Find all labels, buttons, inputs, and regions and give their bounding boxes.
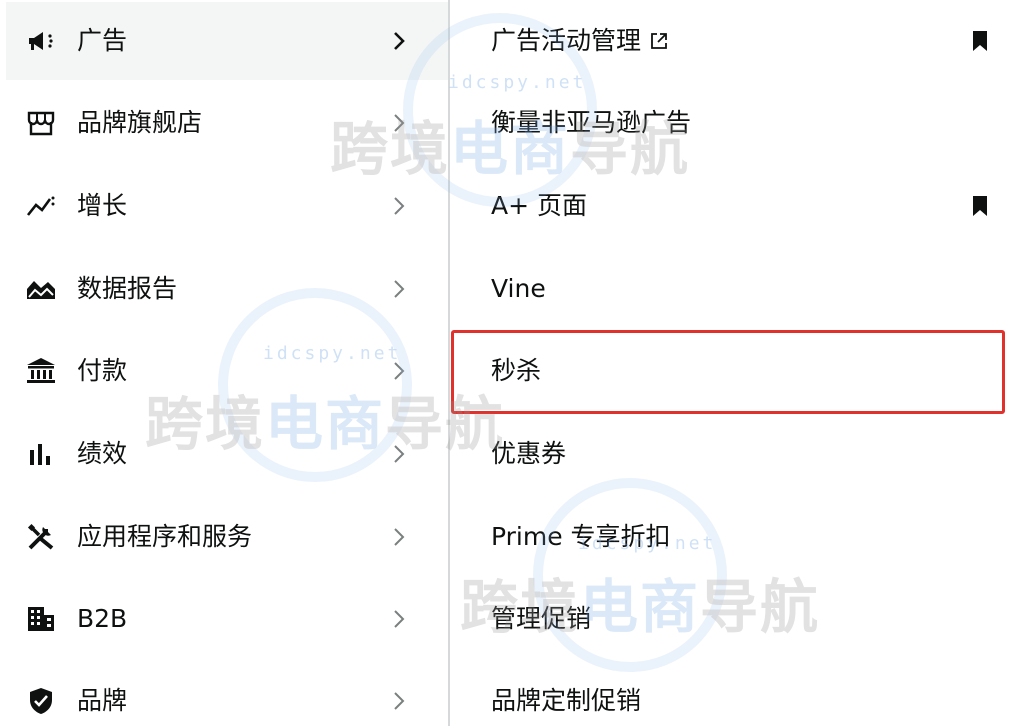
submenu-label: 衡量非亚马逊广告 xyxy=(491,108,692,137)
navigation-menu: 广告 品牌旗舰店 增长 数据报告 付款 绩效 应用程序和服务 B2B 品牌 广告… xyxy=(0,0,1020,726)
chevron-right-icon xyxy=(390,356,408,386)
storefront-icon xyxy=(26,108,56,138)
bar-chart-icon xyxy=(26,439,56,469)
submenu-label: 优惠券 xyxy=(491,439,567,468)
submenu-label: 品牌定制促销 xyxy=(491,686,642,715)
nav-item-payments[interactable]: 付款 xyxy=(6,332,448,410)
submenu-item-campaign-manager[interactable]: 广告活动管理 xyxy=(450,2,1020,80)
nav-item-brand[interactable]: 品牌 xyxy=(6,662,448,726)
chevron-right-icon xyxy=(390,686,408,716)
bank-icon xyxy=(26,356,56,386)
submenu-label-wrap: 广告活动管理 xyxy=(491,26,669,56)
nav-label: B2B xyxy=(77,604,128,633)
bookmark-icon[interactable] xyxy=(968,26,992,56)
chevron-right-icon xyxy=(390,108,408,138)
nav-label: 应用程序和服务 xyxy=(77,522,253,551)
submenu-pane: 广告活动管理 衡量非亚马逊广告 A+ 页面 Vine 秒杀 优惠券 Prime … xyxy=(450,0,1020,726)
chevron-right-icon xyxy=(390,191,408,221)
nav-label: 绩效 xyxy=(77,439,128,468)
chevron-right-icon xyxy=(390,522,408,552)
submenu-item-vine[interactable]: Vine xyxy=(450,250,1020,328)
submenu-item-a-plus-content[interactable]: A+ 页面 xyxy=(450,167,1020,245)
nav-item-brand-store[interactable]: 品牌旗舰店 xyxy=(6,84,448,162)
nav-label: 品牌 xyxy=(77,686,128,715)
submenu-item-coupons[interactable]: 优惠券 xyxy=(450,415,1020,493)
external-link-icon xyxy=(649,31,669,51)
submenu-item-measure-non-amazon-ads[interactable]: 衡量非亚马逊广告 xyxy=(450,84,1020,162)
nav-label: 数据报告 xyxy=(77,274,178,303)
submenu-label: 广告活动管理 xyxy=(491,26,642,55)
left-menu-pane: 广告 品牌旗舰店 增长 数据报告 付款 绩效 应用程序和服务 B2B 品牌 xyxy=(0,0,448,726)
nav-item-b2b[interactable]: B2B xyxy=(6,580,448,658)
nav-item-growth[interactable]: 增长 xyxy=(6,167,448,245)
chevron-right-icon xyxy=(390,604,408,634)
building-icon xyxy=(26,604,56,634)
tools-icon xyxy=(26,522,56,552)
submenu-item-brand-tailored-promotions[interactable]: 品牌定制促销 xyxy=(450,662,1020,726)
growth-chart-icon xyxy=(26,191,56,221)
submenu-label: Vine xyxy=(491,274,546,303)
nav-label: 增长 xyxy=(77,191,128,220)
nav-label: 广告 xyxy=(77,26,128,55)
report-mountain-icon xyxy=(26,274,56,304)
submenu-label: 管理促销 xyxy=(491,604,592,633)
bookmark-icon[interactable] xyxy=(968,191,992,221)
chevron-right-icon xyxy=(390,439,408,469)
submenu-label: A+ 页面 xyxy=(491,191,587,220)
nav-item-apps-services[interactable]: 应用程序和服务 xyxy=(6,498,448,576)
submenu-label: 秒杀 xyxy=(491,356,542,385)
nav-item-performance[interactable]: 绩效 xyxy=(6,415,448,493)
submenu-label: Prime 专享折扣 xyxy=(491,522,671,551)
nav-item-advertising[interactable]: 广告 xyxy=(6,2,448,80)
megaphone-icon xyxy=(26,26,56,56)
nav-label: 品牌旗舰店 xyxy=(77,108,203,137)
shield-icon xyxy=(26,686,56,716)
chevron-right-icon xyxy=(390,274,408,304)
chevron-right-icon xyxy=(390,26,408,56)
submenu-item-prime-discounts[interactable]: Prime 专享折扣 xyxy=(450,498,1020,576)
submenu-item-manage-promotions[interactable]: 管理促销 xyxy=(450,580,1020,658)
nav-label: 付款 xyxy=(77,356,128,385)
submenu-item-lightning-deals[interactable]: 秒杀 xyxy=(450,332,1020,410)
nav-item-data-reports[interactable]: 数据报告 xyxy=(6,250,448,328)
